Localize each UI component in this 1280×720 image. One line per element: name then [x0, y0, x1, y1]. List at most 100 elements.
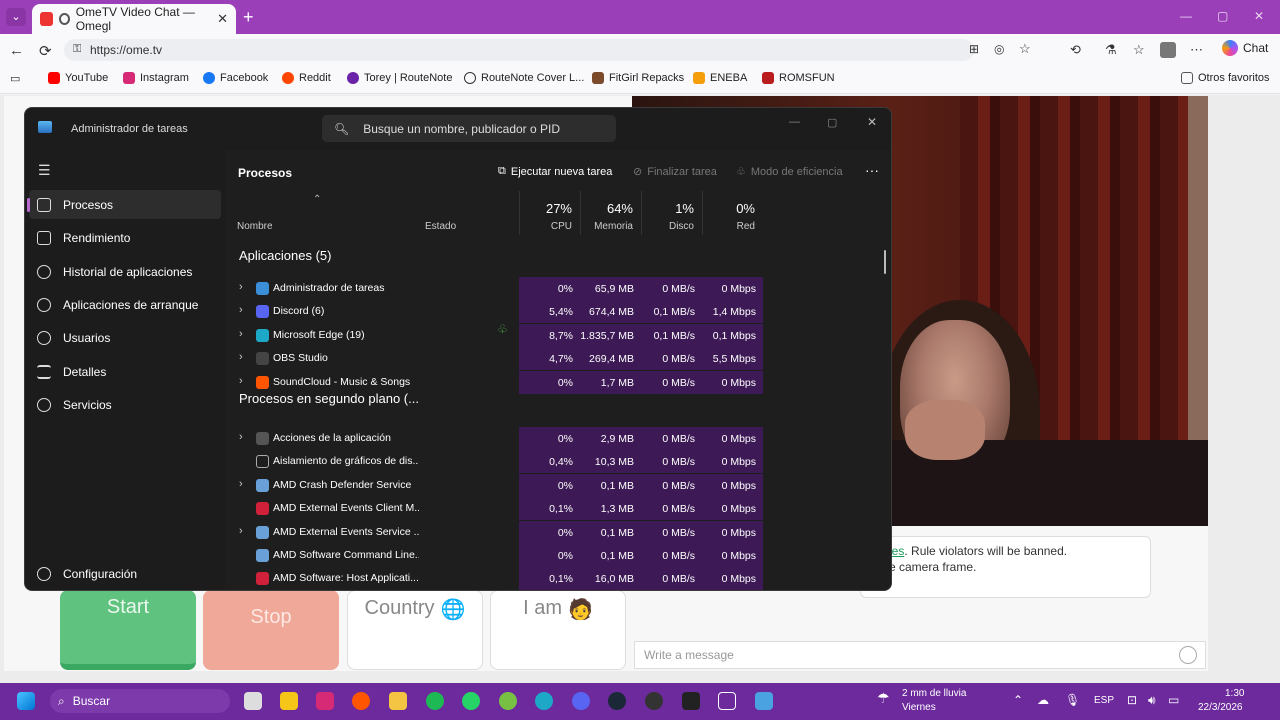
discord-icon[interactable]	[572, 692, 590, 710]
taskbar-search[interactable]: ⌕ Buscar	[50, 689, 230, 713]
expand-chevron-icon[interactable]: ›	[239, 351, 243, 363]
run-new-task-button[interactable]: ⧉ Ejecutar nueva tarea	[498, 165, 612, 178]
battery-icon[interactable]: ▭	[1168, 693, 1179, 707]
nav-arranque[interactable]: Aplicaciones de arranque	[29, 290, 221, 319]
column-cpu[interactable]: 27% CPU	[519, 191, 580, 235]
column-disk[interactable]: 1% Disco	[641, 191, 702, 235]
expand-chevron-icon[interactable]: ›	[239, 304, 243, 316]
bookmark-reddit[interactable]: Reddit	[282, 72, 331, 84]
tm-maximize-button[interactable]: ▢	[827, 116, 837, 129]
utorrent-icon[interactable]	[499, 692, 517, 710]
profile-avatar-icon[interactable]	[1160, 42, 1176, 58]
tm-close-button[interactable]: ✕	[867, 115, 877, 129]
tm-minimize-button[interactable]: —	[789, 116, 800, 128]
emoji-icon[interactable]	[1179, 646, 1197, 664]
expand-chevron-icon[interactable]: ›	[239, 281, 243, 293]
site-info-icon[interactable]: ⚿	[73, 43, 81, 56]
bookmark-facebook[interactable]: Facebook	[203, 72, 268, 84]
expand-chevron-icon[interactable]: ›	[239, 478, 243, 490]
onedrive-icon[interactable]: ☁	[1037, 693, 1049, 707]
bookmark-instagram[interactable]: Instagram	[123, 72, 189, 84]
bookmark-routenote-cover[interactable]: RouteNote Cover L...	[464, 72, 584, 84]
whatsapp-icon[interactable]	[462, 692, 480, 710]
split-icon[interactable]: ⚗	[1105, 42, 1117, 58]
instagram-app-icon[interactable]	[316, 692, 334, 710]
chess-icon[interactable]	[718, 692, 736, 710]
expand-chevron-icon[interactable]: ›	[239, 525, 243, 537]
sort-arrow-icon[interactable]: ⌃	[313, 194, 321, 205]
scrollbar-thumb[interactable]	[884, 250, 886, 274]
soundcloud-app-icon[interactable]	[352, 692, 370, 710]
extensions-icon[interactable]: ⟲	[1070, 42, 1081, 58]
expand-chevron-icon[interactable]: ›	[239, 375, 243, 387]
column-name[interactable]: Nombre	[237, 221, 273, 232]
nav-detalles[interactable]: Detalles	[29, 357, 221, 386]
task-manager-taskbar-icon[interactable]	[755, 692, 773, 710]
weather-icon[interactable]: ☂	[877, 690, 890, 707]
bookmark-youtube[interactable]: YouTube	[48, 72, 108, 84]
hamburger-menu-icon[interactable]: ☰	[38, 162, 51, 179]
column-status[interactable]: Estado	[425, 221, 456, 232]
process-row[interactable]: › Microsoft Edge (19) 8,7% 1.835,7 MB 0,1 MB…	[225, 323, 891, 347]
process-row[interactable]: › AMD Crash Defender Service 0% 0,1 MB 0 MB/…	[225, 473, 891, 497]
process-row[interactable]: › AMD External Events Service ... 0% 0,1 MB…	[225, 520, 891, 544]
bookmark-fitgirl[interactable]: FitGirl Repacks	[592, 72, 684, 84]
process-row[interactable]: AMD External Events Client M... 0,1% 1,3 M…	[225, 497, 891, 521]
tab-actions-button[interactable]: ⌄	[6, 8, 26, 26]
new-tab-button[interactable]: +	[243, 7, 254, 28]
process-row[interactable]: › SoundCloud - Music & Songs 0% 1,7 MB 0 MB/…	[225, 370, 891, 394]
nav-configuracion[interactable]: Configuración	[29, 559, 221, 588]
column-memory[interactable]: 64% Memoria	[580, 191, 641, 235]
message-input[interactable]: Write a message	[634, 641, 1206, 669]
gender-selector[interactable]: I am 🧑	[490, 590, 626, 670]
epic-games-icon[interactable]	[682, 692, 700, 710]
bookmarks-menu-icon[interactable]: ▭	[10, 72, 20, 85]
nav-servicios[interactable]: Servicios	[29, 390, 221, 419]
column-network[interactable]: 0% Red	[702, 191, 763, 235]
task-view-icon[interactable]	[244, 692, 262, 710]
bookmark-eneba[interactable]: ENEBA	[693, 72, 747, 84]
process-row[interactable]: › OBS Studio 4,7% 269,4 MB 0 MB/s 5,5 Mbps	[225, 347, 891, 371]
steam-icon[interactable]	[608, 692, 626, 710]
bookmark-torey[interactable]: Torey | RouteNote	[347, 72, 452, 84]
close-tab-icon[interactable]: ✕	[217, 11, 228, 27]
expand-chevron-icon[interactable]: ›	[239, 328, 243, 340]
stop-button[interactable]: Stop	[203, 590, 339, 670]
more-options-button[interactable]: ···	[865, 162, 879, 178]
file-explorer-icon[interactable]	[389, 692, 407, 710]
clock-time[interactable]: 1:30	[1225, 688, 1244, 699]
browser-tab[interactable]: OmeTV Video Chat — Omegl ✕	[32, 4, 236, 34]
minimize-window-button[interactable]: —	[1180, 9, 1192, 23]
refresh-icon[interactable]: ⟳	[39, 42, 52, 60]
spotify-icon[interactable]	[426, 692, 444, 710]
maximize-window-button[interactable]: ▢	[1217, 9, 1228, 23]
back-arrow-icon[interactable]: ←	[9, 42, 24, 59]
country-selector[interactable]: Country 🌐	[347, 590, 483, 670]
windows-start-icon[interactable]	[17, 692, 35, 710]
favorite-star-icon[interactable]: ☆	[1019, 41, 1031, 57]
bookmark-romsfun[interactable]: ROMSFUN	[762, 72, 835, 84]
weather-text[interactable]: 2 mm de lluvia	[902, 688, 966, 699]
split-screen-icon[interactable]: ⊞	[969, 42, 979, 56]
process-row[interactable]: › Acciones de la aplicación 0% 2,9 MB 0 MB/s…	[225, 427, 891, 450]
obs-icon[interactable]	[645, 692, 663, 710]
nav-procesos[interactable]: Procesos	[27, 190, 221, 219]
process-row[interactable]: AMD Software Command Line... 0% 0,1 MB 0 MB…	[225, 544, 891, 567]
other-favorites[interactable]: Otros favoritos	[1181, 72, 1270, 84]
process-row[interactable]: AMD Software: Host Applicati... 0,1% 16,0 …	[225, 567, 891, 590]
microphone-icon[interactable]: 🎙︎	[1065, 693, 1080, 707]
end-task-button[interactable]: ⊘ Finalizar tarea	[633, 165, 717, 179]
network-icon[interactable]: ⊡	[1127, 693, 1137, 707]
store-icon[interactable]	[280, 692, 298, 710]
language-indicator[interactable]: ESP	[1094, 695, 1114, 706]
tray-chevron-icon[interactable]: ⌃	[1013, 693, 1023, 707]
process-search[interactable]: 🔍︎ Busque un nombre, publicador o PID	[322, 115, 616, 142]
url-field[interactable]: ⚿ https://ome.tv ⊞ ◎ ☆	[64, 39, 1031, 61]
nav-historial[interactable]: Historial de aplicaciones	[29, 257, 221, 286]
edge-icon[interactable]	[535, 692, 553, 710]
nav-usuarios[interactable]: Usuarios	[29, 323, 221, 352]
menu-dots-icon[interactable]: ⋯	[1190, 42, 1203, 58]
expand-chevron-icon[interactable]: ›	[239, 431, 243, 443]
process-row[interactable]: › Administrador de tareas 0% 65,9 MB 0 MB/s 0…	[225, 277, 891, 300]
process-row[interactable]: Aislamiento de gráficos de dis... 0,4% 10,…	[225, 450, 891, 474]
